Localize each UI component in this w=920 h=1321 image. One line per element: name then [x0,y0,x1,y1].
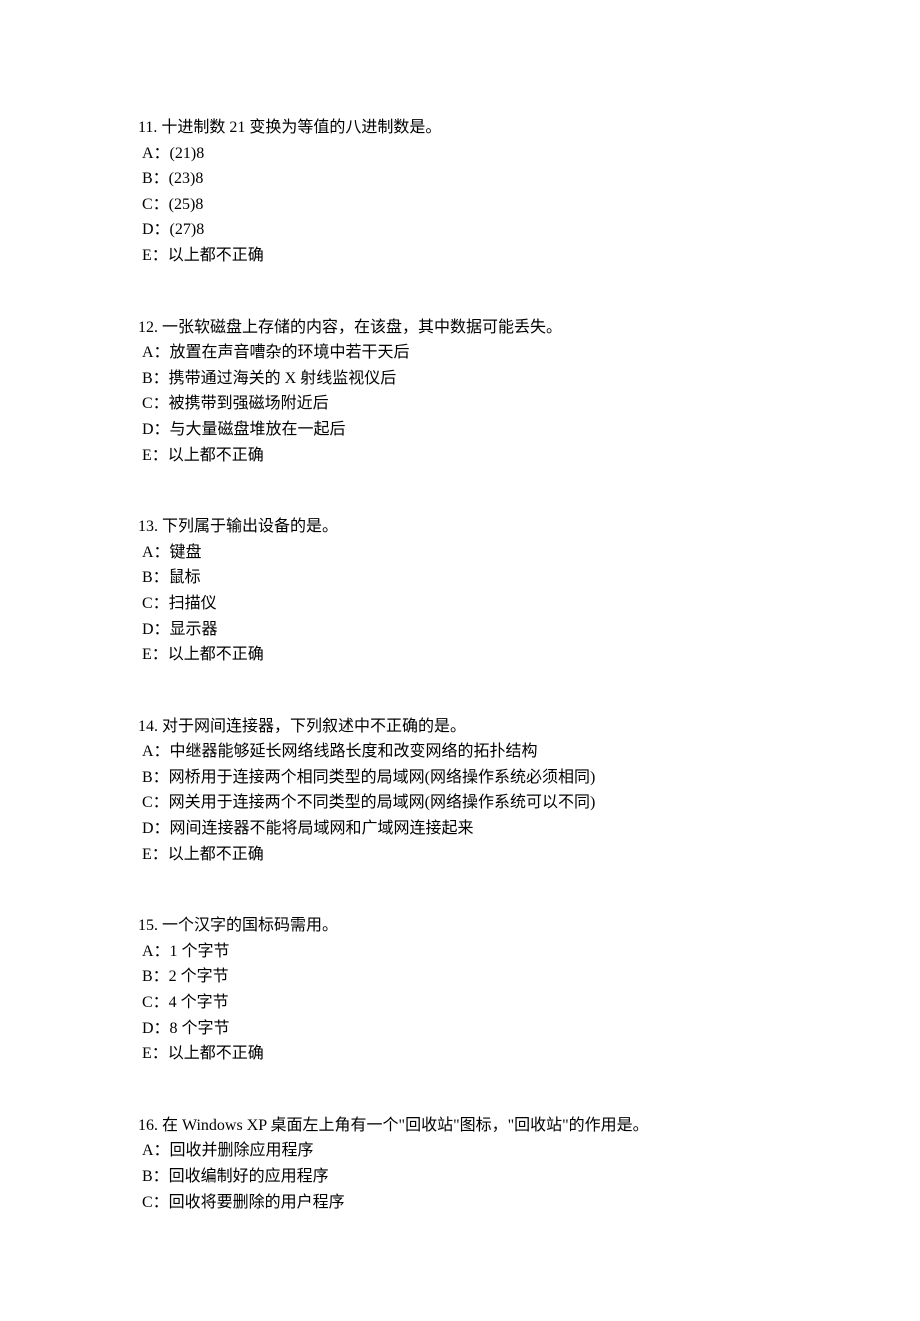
answer-option: B：回收编制好的应用程序 [138,1164,810,1190]
question-text: 13. 下列属于输出设备的是。 [138,514,810,540]
answer-option: D：8 个字节 [138,1016,810,1042]
answer-option: D：网间连接器不能将局域网和广域网连接起来 [138,816,810,842]
answer-option: A：键盘 [138,540,810,566]
question-block: 14. 对于网间连接器，下列叙述中不正确的是。 A：中继器能够延长网络线路长度和… [138,714,810,868]
question-text: 16. 在 Windows XP 桌面左上角有一个"回收站"图标，"回收站"的作… [138,1113,810,1139]
answer-option: E：以上都不正确 [138,1041,810,1067]
answer-option: A：放置在声音嘈杂的环境中若干天后 [138,340,810,366]
question-text: 12. 一张软磁盘上存储的内容，在该盘，其中数据可能丢失。 [138,315,810,341]
answer-option: C：扫描仪 [138,591,810,617]
answer-option: B：(23)8 [138,166,810,192]
answer-option: A：回收并删除应用程序 [138,1138,810,1164]
answer-option: B：2 个字节 [138,964,810,990]
question-block: 16. 在 Windows XP 桌面左上角有一个"回收站"图标，"回收站"的作… [138,1113,810,1215]
answer-option: D：(27)8 [138,217,810,243]
answer-option: A：中继器能够延长网络线路长度和改变网络的拓扑结构 [138,739,810,765]
answer-option: D：与大量磁盘堆放在一起后 [138,417,810,443]
question-text: 15. 一个汉字的国标码需用。 [138,913,810,939]
question-text: 14. 对于网间连接器，下列叙述中不正确的是。 [138,714,810,740]
question-block: 15. 一个汉字的国标码需用。 A：1 个字节 B：2 个字节 C：4 个字节 … [138,913,810,1067]
answer-option: B：网桥用于连接两个相同类型的局域网(网络操作系统必须相同) [138,765,810,791]
answer-option: C：被携带到强磁场附近后 [138,391,810,417]
answer-option: B：携带通过海关的 X 射线监视仪后 [138,366,810,392]
answer-option: A：1 个字节 [138,939,810,965]
document-page: 11. 十进制数 21 变换为等值的八进制数是。 A：(21)8 B：(23)8… [0,0,920,1321]
answer-option: C：回收将要删除的用户程序 [138,1190,810,1216]
answer-option: E：以上都不正确 [138,842,810,868]
answer-option: C：4 个字节 [138,990,810,1016]
question-text: 11. 十进制数 21 变换为等值的八进制数是。 [138,115,810,141]
questions-container: 11. 十进制数 21 变换为等值的八进制数是。 A：(21)8 B：(23)8… [138,115,810,1215]
answer-option: B：鼠标 [138,565,810,591]
answer-option: A：(21)8 [138,141,810,167]
answer-option: E：以上都不正确 [138,642,810,668]
answer-option: D：显示器 [138,617,810,643]
answer-option: E：以上都不正确 [138,443,810,469]
answer-option: C：(25)8 [138,192,810,218]
question-block: 12. 一张软磁盘上存储的内容，在该盘，其中数据可能丢失。 A：放置在声音嘈杂的… [138,315,810,469]
answer-option: C：网关用于连接两个不同类型的局域网(网络操作系统可以不同) [138,790,810,816]
answer-option: E：以上都不正确 [138,243,810,269]
question-block: 11. 十进制数 21 变换为等值的八进制数是。 A：(21)8 B：(23)8… [138,115,810,269]
question-block: 13. 下列属于输出设备的是。 A：键盘 B：鼠标 C：扫描仪 D：显示器 E：… [138,514,810,668]
